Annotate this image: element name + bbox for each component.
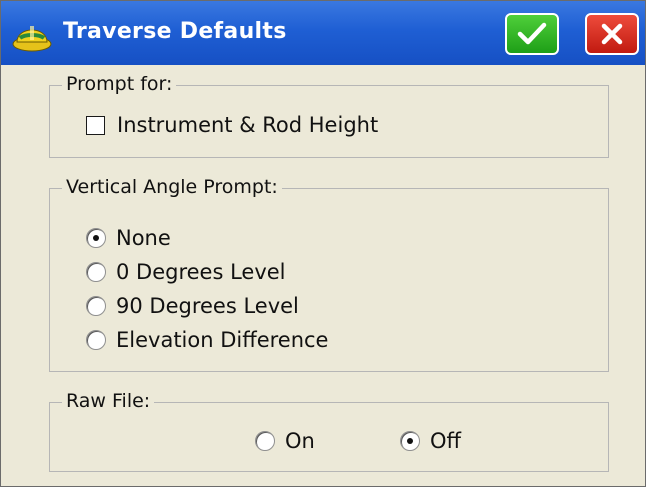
radio-button[interactable] [86,262,106,282]
title-bar: Traverse Defaults [1,1,645,65]
radio-none[interactable]: None [86,226,171,250]
checkmark-icon [517,22,547,45]
radio-raw-on[interactable]: On [255,429,315,453]
radio-raw-on-label: On [285,429,315,453]
vertical-angle-prompt-group: Vertical Angle Prompt: None 0 Degrees Le… [49,176,609,372]
window-title: Traverse Defaults [63,19,287,44]
checkbox-box[interactable] [86,115,105,135]
radio-90-degrees-level-label: 90 Degrees Level [116,294,299,318]
radio-raw-off-label: Off [430,429,461,453]
radio-button[interactable] [400,431,420,451]
instrument-rod-height-checkbox[interactable]: Instrument & Rod Height [86,113,378,137]
radio-button[interactable] [86,330,106,350]
prompt-for-label: Prompt for: [62,73,177,95]
radio-90-degrees-level[interactable]: 90 Degrees Level [86,294,299,318]
radio-0-degrees-level-label: 0 Degrees Level [116,260,286,284]
close-button[interactable] [585,13,639,55]
radio-elevation-difference[interactable]: Elevation Difference [86,328,328,352]
radio-button[interactable] [255,431,275,451]
radio-raw-off[interactable]: Off [400,429,461,453]
ok-button[interactable] [505,13,559,55]
radio-button[interactable] [86,296,106,316]
close-icon [601,23,623,45]
radio-elevation-difference-label: Elevation Difference [116,328,329,352]
radio-button[interactable] [86,228,106,248]
raw-file-group: Raw File: On Off [49,390,609,472]
traverse-defaults-dialog: Traverse Defaults Prompt for: Instrument… [0,0,646,487]
hard-hat-icon [12,26,52,52]
radio-none-label: None [116,226,171,250]
instrument-rod-height-label: Instrument & Rod Height [117,113,379,137]
radio-0-degrees-level[interactable]: 0 Degrees Level [86,260,286,284]
prompt-for-group: Prompt for: Instrument & Rod Height [49,73,609,158]
raw-file-label: Raw File: [62,390,155,412]
vertical-angle-prompt-label: Vertical Angle Prompt: [62,176,282,198]
